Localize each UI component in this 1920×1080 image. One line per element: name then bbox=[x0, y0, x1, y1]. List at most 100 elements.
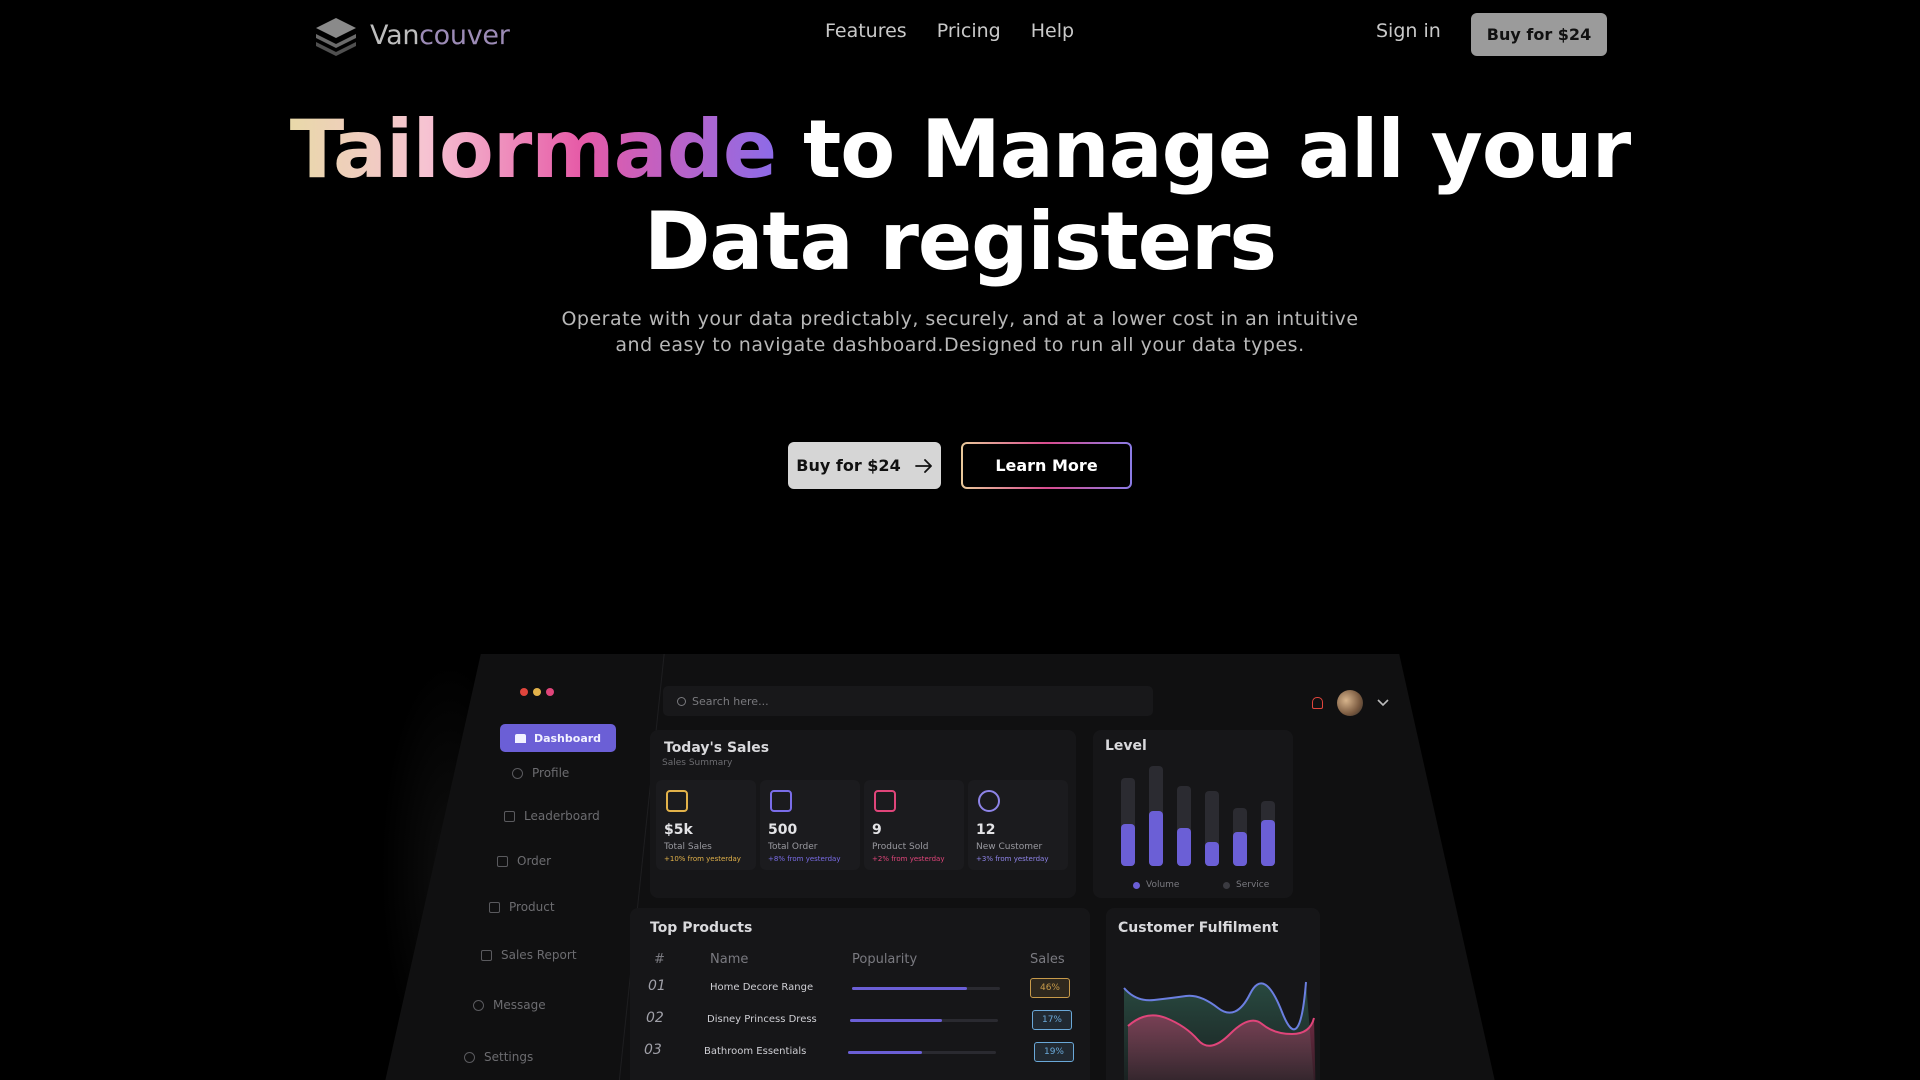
sidebar-item-leaderboard[interactable]: Leaderboard bbox=[504, 809, 600, 823]
top-products-title: Top Products bbox=[650, 920, 753, 936]
hero-title-line1: to Manage all your bbox=[776, 103, 1631, 196]
fulfilment-area-chart bbox=[1123, 981, 1316, 1080]
add-user-icon bbox=[978, 790, 1000, 812]
product-name: Disney Princess Dress bbox=[707, 1014, 817, 1025]
sidebar-item-label: Profile bbox=[532, 766, 570, 780]
stat-change: +8% from yesterday bbox=[768, 855, 841, 863]
stat-label: New Customer bbox=[976, 842, 1043, 852]
sidebar-item-order[interactable]: Order bbox=[497, 854, 551, 868]
logo-text-part2: couver bbox=[419, 19, 510, 51]
row-number: 01 bbox=[648, 978, 666, 994]
logo[interactable]: Vancouver bbox=[312, 14, 510, 56]
stat-change: +3% from yesterday bbox=[976, 855, 1049, 863]
sign-in-link[interactable]: Sign in bbox=[1376, 20, 1441, 42]
sidebar-item-settings[interactable]: Settings bbox=[464, 1050, 533, 1064]
product-name: Bathroom Essentials bbox=[704, 1046, 807, 1057]
level-bar-volume bbox=[1149, 811, 1163, 866]
top-products-panel: Top Products # Name Popularity Sales 01 H… bbox=[630, 908, 1090, 1080]
nav-link-features[interactable]: Features bbox=[825, 20, 907, 42]
column-header: Sales bbox=[1030, 952, 1065, 967]
layers-logo-icon bbox=[316, 18, 356, 56]
todays-sales-title: Today's Sales bbox=[664, 740, 770, 756]
stat-label: Product Sold bbox=[872, 842, 929, 852]
hero-title-highlight: Tailormade bbox=[289, 103, 777, 196]
stat-label: Total Order bbox=[768, 842, 818, 852]
logo-text: Vancouver bbox=[370, 20, 510, 51]
popularity-bar bbox=[850, 1019, 998, 1022]
avatar[interactable] bbox=[1337, 690, 1363, 716]
popularity-bar bbox=[852, 987, 1000, 990]
message-icon bbox=[473, 999, 484, 1011]
buy-button-label: Buy for $24 bbox=[796, 456, 901, 475]
sidebar-item-label: Settings bbox=[484, 1050, 534, 1064]
popularity-bar-fill bbox=[850, 1019, 942, 1022]
nav-link-pricing[interactable]: Pricing bbox=[937, 20, 1001, 42]
stat-new-customer: 12 New Customer +3% from yesterday bbox=[968, 780, 1068, 870]
legend-dot bbox=[1133, 881, 1140, 889]
chevron-down-icon[interactable] bbox=[1377, 699, 1389, 707]
search-icon bbox=[677, 696, 686, 706]
sales-icon bbox=[666, 790, 688, 812]
window-dot-yellow bbox=[533, 688, 541, 696]
level-bar-volume bbox=[1121, 824, 1135, 866]
todays-sales-panel: Today's Sales Sales Summary $5k Total Sa… bbox=[650, 730, 1076, 898]
level-bar-volume bbox=[1233, 832, 1247, 866]
stat-product-sold: 9 Product Sold +2% from yesterday bbox=[864, 780, 964, 870]
gear-icon bbox=[464, 1051, 475, 1063]
popularity-bar-fill bbox=[848, 1051, 922, 1054]
sidebar-item-sales-report[interactable]: Sales Report bbox=[481, 948, 577, 962]
level-bar-volume bbox=[1205, 842, 1219, 866]
user-icon bbox=[512, 767, 523, 779]
search-placeholder: Search here... bbox=[692, 694, 769, 708]
logo-text-part1: Van bbox=[370, 19, 420, 51]
sidebar-item-message[interactable]: Message bbox=[473, 998, 546, 1012]
dashboard-frame: Dashboard Profile Leaderboard Order Prod… bbox=[380, 654, 1500, 1080]
sidebar-item-label: Product bbox=[509, 900, 555, 914]
popularity-bar-fill bbox=[852, 987, 968, 990]
level-bar-volume bbox=[1261, 820, 1275, 866]
bell-icon[interactable] bbox=[1312, 697, 1323, 709]
bag-icon bbox=[489, 901, 500, 913]
search-input[interactable]: Search here... bbox=[663, 686, 1153, 716]
window-dot-red bbox=[520, 688, 528, 696]
chart-icon bbox=[504, 810, 515, 822]
sidebar-item-profile[interactable]: Profile bbox=[512, 766, 569, 780]
stat-total-order: 500 Total Order +8% from yesterday bbox=[760, 780, 860, 870]
sidebar-item-label: Leaderboard bbox=[524, 809, 600, 823]
nav-link-help[interactable]: Help bbox=[1031, 20, 1074, 42]
stat-value: 9 bbox=[872, 822, 882, 838]
buy-button-hero[interactable]: Buy for $24 bbox=[788, 442, 941, 489]
sales-badge: 19% bbox=[1034, 1042, 1074, 1062]
window-dots bbox=[520, 688, 554, 696]
hero-subtitle-line2: and easy to navigate dashboard.Designed … bbox=[615, 334, 1305, 356]
buy-button-nav[interactable]: Buy for $24 bbox=[1471, 13, 1607, 56]
top-icons bbox=[1312, 690, 1389, 716]
dashboard-preview: Dashboard Profile Leaderboard Order Prod… bbox=[0, 640, 1920, 1080]
hero-subtitle-line1: Operate with your data predictably, secu… bbox=[561, 308, 1359, 330]
cart-icon bbox=[497, 855, 508, 867]
stat-value: $5k bbox=[664, 822, 693, 838]
sidebar-item-product[interactable]: Product bbox=[489, 900, 555, 914]
nav-links: Features Pricing Help bbox=[825, 20, 1074, 42]
top-nav: Vancouver Features Pricing Help Sign in … bbox=[0, 0, 1920, 70]
sidebar-item-label: Order bbox=[517, 854, 552, 868]
order-icon bbox=[770, 790, 792, 812]
todays-sales-subtitle: Sales Summary bbox=[662, 758, 733, 768]
customer-fulfilment-panel: Customer Fulfilment bbox=[1106, 908, 1320, 1080]
learn-more-button[interactable]: Learn More bbox=[961, 442, 1132, 489]
column-header: Name bbox=[710, 952, 749, 967]
hero-subtitle: Operate with your data predictably, secu… bbox=[560, 306, 1360, 358]
sidebar-item-label: Sales Report bbox=[501, 948, 577, 962]
bag-icon bbox=[874, 790, 896, 812]
sidebar-item-dashboard[interactable]: Dashboard bbox=[500, 724, 616, 752]
column-header: # bbox=[654, 952, 665, 967]
legend-volume: Volume bbox=[1133, 880, 1179, 890]
sales-badge: 46% bbox=[1030, 978, 1070, 998]
legend-service: Service bbox=[1223, 880, 1269, 890]
level-panel: Level Volume Service bbox=[1093, 730, 1293, 898]
hero-title-line2: Data registers bbox=[643, 195, 1277, 288]
customer-fulfilment-title: Customer Fulfilment bbox=[1118, 920, 1279, 936]
line-chart-icon bbox=[481, 949, 492, 961]
level-bar-volume bbox=[1177, 828, 1191, 866]
hero-title: Tailormade to Manage all your Data regis… bbox=[0, 104, 1920, 288]
